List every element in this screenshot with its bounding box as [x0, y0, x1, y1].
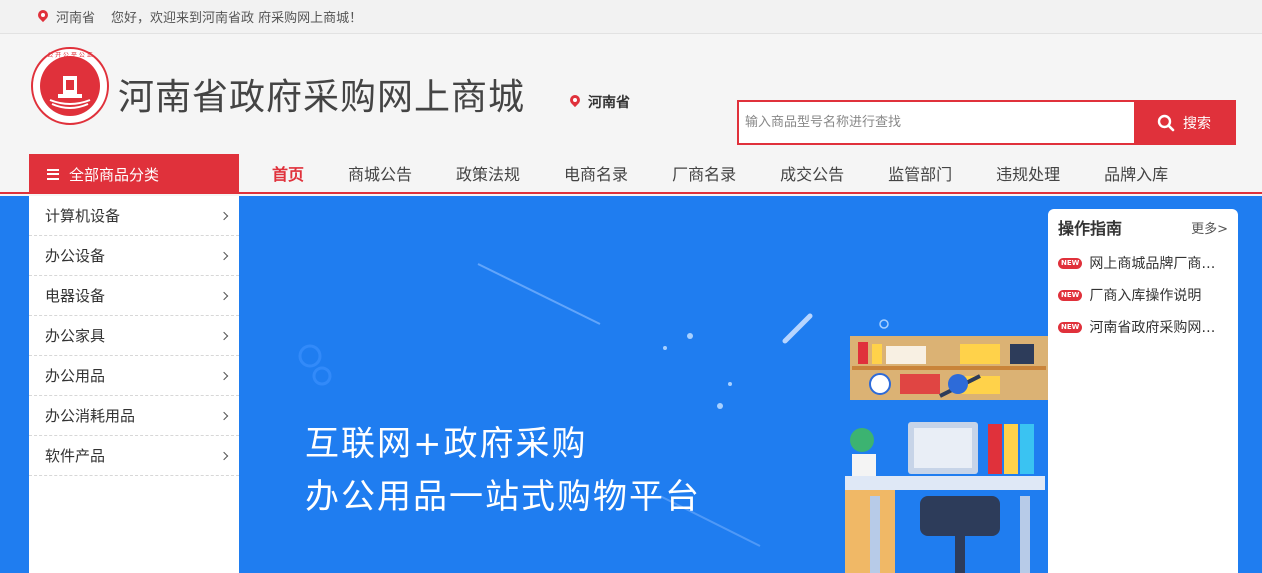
- category-item[interactable]: 办公消耗用品: [29, 396, 239, 436]
- svg-text:公 开 公 平 公 正: 公 开 公 平 公 正: [47, 52, 93, 59]
- header-location[interactable]: 河南省: [570, 92, 630, 112]
- guide-item-label: 网上商城品牌厂商入库说明: [1089, 256, 1221, 272]
- location-pin-icon: [38, 10, 48, 24]
- search-button-label: 搜索: [1183, 115, 1211, 132]
- category-sidebar: 计算机设备 办公设备 电器设备 办公家具 办公用品 办公消耗用品 软件产品: [29, 196, 239, 573]
- banner-text: 互联网+政府采购 办公用品一站式购物平台: [305, 418, 701, 524]
- site-title: 河南省政府采购网上商城: [118, 77, 526, 118]
- category-item[interactable]: 办公家具: [29, 316, 239, 356]
- main-nav: 全部商品分类 首页 商城公告 政策法规 电商名录 厂商名录 成交公告 监管部门 …: [0, 154, 1262, 194]
- guide-item-label: 河南省政府采购网上商城操作手册: [1089, 320, 1221, 336]
- nav-item-manufacturer-directory[interactable]: 厂商名录: [650, 161, 758, 185]
- category-item[interactable]: 办公设备: [29, 236, 239, 276]
- welcome-text: 您好，欢迎来到河南省政 府采购网上商城！: [111, 11, 363, 26]
- operation-guide-panel: 操作指南 更多> NEW 网上商城品牌厂商入库说明 NEW 厂商入库操作说明 N…: [1048, 209, 1238, 573]
- category-label: 计算机设备: [45, 207, 121, 225]
- header-location-label: 河南省: [588, 95, 630, 111]
- chevron-right-icon: [219, 371, 229, 380]
- category-item[interactable]: 办公用品: [29, 356, 239, 396]
- chevron-right-icon: [219, 331, 229, 340]
- search-button[interactable]: 搜索: [1134, 102, 1234, 143]
- new-badge-icon: NEW: [1058, 257, 1083, 269]
- category-item[interactable]: 计算机设备: [29, 196, 239, 236]
- chevron-right-icon: [219, 411, 229, 420]
- all-categories-label: 全部商品分类: [69, 165, 160, 184]
- category-label: 办公设备: [45, 247, 106, 265]
- all-categories-button[interactable]: 全部商品分类: [29, 154, 239, 194]
- nav-item-home[interactable]: 首页: [250, 161, 326, 185]
- guide-list-item[interactable]: NEW 网上商城品牌厂商入库说明: [1058, 247, 1228, 279]
- guide-item-label: 厂商入库操作说明: [1089, 288, 1202, 304]
- topbar-location[interactable]: 河南省: [56, 7, 95, 26]
- top-bar: 河南省 您好，欢迎来到河南省政 府采购网上商城！: [0, 0, 1262, 34]
- category-item[interactable]: 软件产品: [29, 436, 239, 476]
- nav-item-violations[interactable]: 违规处理: [974, 161, 1082, 185]
- banner-line-1: 互联网+政府采购: [305, 424, 588, 464]
- government-procurement-logo[interactable]: 公 开 公 平 公 正: [30, 46, 110, 126]
- new-badge-icon: NEW: [1058, 289, 1083, 301]
- nav-item-supervision[interactable]: 监管部门: [866, 161, 974, 185]
- new-badge-icon: NEW: [1058, 321, 1083, 333]
- guide-title: 操作指南: [1058, 219, 1123, 238]
- nav-item-deal-announcements[interactable]: 成交公告: [758, 161, 866, 185]
- category-label: 办公消耗用品: [45, 407, 136, 425]
- nav-item-policies[interactable]: 政策法规: [434, 161, 542, 185]
- nav-item-brand-registration[interactable]: 品牌入库: [1082, 161, 1190, 185]
- category-label: 办公家具: [45, 327, 106, 345]
- guide-header: 操作指南 更多>: [1058, 215, 1228, 239]
- chevron-right-icon: [219, 291, 229, 300]
- category-item[interactable]: 电器设备: [29, 276, 239, 316]
- search-icon: [1157, 114, 1175, 131]
- guide-list-item[interactable]: NEW 厂商入库操作说明: [1058, 279, 1228, 311]
- guide-more-link[interactable]: 更多>: [1191, 218, 1228, 237]
- category-label: 办公用品: [45, 367, 106, 385]
- category-label: 软件产品: [45, 447, 106, 465]
- header: 公 开 公 平 公 正 河南省政府采购网上商城 河南省 搜索: [0, 34, 1262, 154]
- chevron-right-icon: [219, 251, 229, 260]
- chevron-right-icon: [219, 211, 229, 220]
- nav-item-ecommerce-directory[interactable]: 电商名录: [542, 161, 650, 185]
- banner-line-2: 办公用品一站式购物平台: [305, 477, 701, 517]
- search-input[interactable]: [739, 102, 1134, 143]
- nav-items: 首页 商城公告 政策法规 电商名录 厂商名录 成交公告 监管部门 违规处理 品牌…: [250, 154, 1190, 192]
- nav-item-announcements[interactable]: 商城公告: [326, 161, 434, 185]
- search-bar: 搜索: [737, 100, 1236, 145]
- guide-list-item[interactable]: NEW 河南省政府采购网上商城操作手册: [1058, 311, 1228, 343]
- menu-icon: [47, 168, 59, 180]
- chevron-right-icon: [219, 451, 229, 460]
- location-pin-icon: [570, 95, 580, 109]
- category-label: 电器设备: [45, 287, 106, 305]
